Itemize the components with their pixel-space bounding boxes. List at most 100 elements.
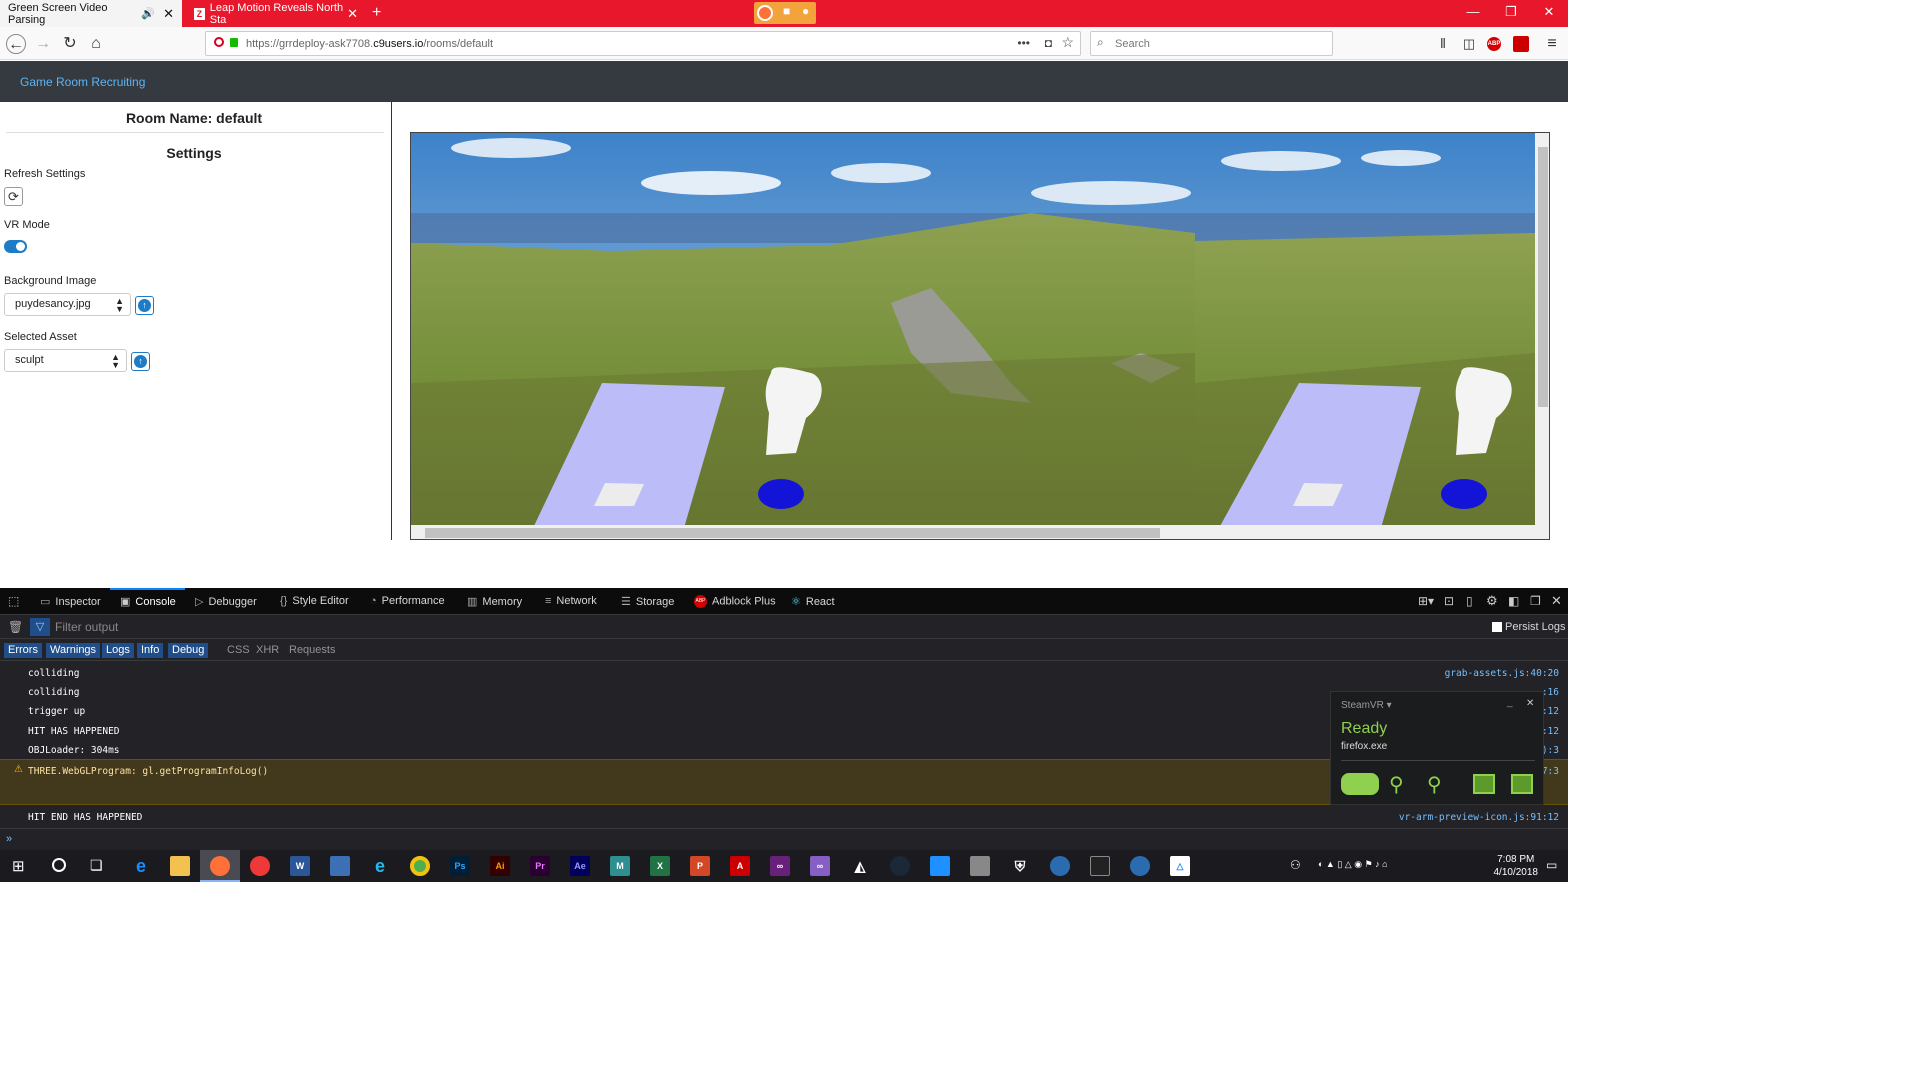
tab-inspector[interactable]: ▭ Inspector [40,595,101,608]
steamvr-menu[interactable]: SteamVR ▾ [1341,700,1392,711]
persist-logs-checkbox[interactable] [1492,622,1502,632]
steam-icon[interactable] [890,856,910,876]
epic-games-icon[interactable] [1090,856,1110,876]
filter-requests[interactable]: Requests [285,643,339,658]
filter-info[interactable]: Info [137,643,164,658]
responsive-mode-icon[interactable]: ⊞▾ [1418,594,1434,608]
tab-network[interactable]: ≡ Network [545,595,597,607]
split-console-icon[interactable]: ⊡ [1444,594,1454,608]
notifications-icon[interactable]: ▭ [1546,858,1557,872]
minimize-icon[interactable]: _ [1507,697,1513,708]
close-tab-icon[interactable]: ✕ [163,6,174,22]
close-devtools-icon[interactable]: ✕ [1551,593,1562,609]
lock-icon[interactable] [230,38,238,47]
media-sharing-indicator[interactable]: ■ ● [754,2,816,24]
upload-background-button[interactable]: ↑ [135,296,154,315]
pocket-icon[interactable]: ◘ [1045,36,1052,50]
vr-app-icon[interactable] [1130,856,1150,876]
adblock-icon[interactable]: ABP [1487,37,1501,51]
tab-memory[interactable]: ▥ Memory [467,595,522,608]
horizontal-scroll-thumb[interactable] [425,528,1160,538]
shield-icon[interactable]: ⛨ [1010,856,1030,876]
system-clock[interactable]: 7:08 PM 4/10/2018 [1494,853,1539,879]
selected-asset-select[interactable]: sculpt ▲ ▼ [4,349,127,372]
vr-mode-toggle[interactable] [4,240,27,253]
close-window-icon[interactable]: ✕ [1534,4,1564,20]
tab-performance[interactable]: ◔ Performance [370,595,445,607]
vivaldi-icon[interactable] [250,856,270,876]
filter-logs[interactable]: Logs [102,643,134,658]
log-source-link[interactable]: 7:3 [1542,766,1559,777]
file-explorer-icon[interactable] [170,856,190,876]
maya-icon[interactable]: M [610,856,630,876]
firefox-taskbar-item[interactable] [200,850,240,882]
filter-xhr[interactable]: XHR [252,643,283,658]
speaker-icon[interactable]: 🔊 [141,7,155,20]
separate-window-icon[interactable]: ❐ [1530,594,1541,608]
tab-console[interactable]: ▣ Console [120,595,176,608]
premiere-icon[interactable]: Pr [530,856,550,876]
acrobat-icon[interactable]: A [730,856,750,876]
log-source-link[interactable]: grab-assets.js:40:20 [1445,668,1559,679]
forward-icon[interactable]: → [33,34,53,54]
tab-storage[interactable]: ☰ Storage [621,595,674,608]
minimize-icon[interactable]: — [1458,4,1488,19]
filter-warnings[interactable]: Warnings [46,643,101,658]
unity-icon[interactable]: ◭ [850,856,870,876]
word-icon[interactable]: W [290,856,310,876]
reload-icon[interactable]: ↻ [60,34,80,54]
tab-debugger[interactable]: ▷ Debugger [195,595,257,608]
keyboard-app-icon[interactable] [930,856,950,876]
log-source-link[interactable]: :16 [1542,687,1559,698]
tray-icons[interactable]: ◐ ▲ ▯ △ ◉ ⚑ ♪ ⌂ [1318,859,1388,870]
tab-react[interactable]: ⚛ React [791,595,835,608]
background-image-select[interactable]: puydesancy.jpg ▲ ▼ [4,293,131,316]
filter-errors[interactable]: Errors [4,643,42,658]
log-source-link[interactable]: vr-arm-preview-icon.js:91:12 [1399,812,1559,823]
filter-output-input[interactable]: Filter output [55,620,118,634]
chrome-icon[interactable] [410,856,430,876]
steamvr-taskbar-icon[interactable] [1050,856,1070,876]
filter-icon[interactable]: ▽ [30,618,50,636]
element-picker-icon[interactable]: ⬚ [8,594,19,608]
windows-start-icon[interactable]: ⊞ [12,857,25,875]
leap-motion-icon[interactable]: △ [1170,856,1190,876]
network-app-icon[interactable] [330,856,350,876]
internet-explorer-icon[interactable]: e [370,856,390,876]
screenshot-icon[interactable]: ▯ [1466,594,1473,608]
menu-icon[interactable]: ≡ [1542,34,1562,54]
tab-green-screen[interactable]: Green Screen Video Parsing 🔊 ✕ [0,0,182,27]
after-effects-icon[interactable]: Ae [570,856,590,876]
library-icon[interactable]: ⫴ [1433,34,1453,54]
dock-side-icon[interactable]: ◧ [1508,594,1519,608]
tab-adblock-plus[interactable]: ABP Adblock Plus [694,595,776,608]
tracking-icon[interactable] [214,37,224,47]
visual-studio-2-icon[interactable]: ∞ [810,856,830,876]
brand-link[interactable]: Game Room Recruiting [20,75,145,89]
vertical-scroll-thumb[interactable] [1538,147,1548,407]
powerpoint-icon[interactable]: P [690,856,710,876]
close-tab-icon[interactable]: ✕ [347,6,358,22]
trash-icon[interactable]: 🗑 [8,620,23,634]
settings-gear-icon[interactable]: ⚙ [1486,593,1498,609]
log-source-link[interactable]: :12 [1542,706,1559,717]
filter-debug[interactable]: Debug [168,643,209,658]
people-icon[interactable]: ⚇ [1290,858,1301,872]
back-icon[interactable]: ← [6,34,26,54]
console-input[interactable]: » [0,828,1568,851]
extension-icon[interactable] [1513,36,1529,52]
log-source-link[interactable]: :12 [1542,726,1559,737]
bookmark-star-icon[interactable]: ☆ [1061,34,1074,51]
vr-scene-canvas[interactable] [410,132,1550,540]
sidebar-icon[interactable]: ◫ [1459,34,1479,54]
cortana-icon[interactable] [52,858,66,872]
task-view-icon[interactable]: ❏ [90,857,103,874]
tab-leap-motion[interactable]: Z Leap Motion Reveals North Sta ✕ [186,0,366,27]
visual-studio-icon[interactable]: ∞ [770,856,790,876]
photoshop-icon[interactable]: Ps [450,856,470,876]
search-input[interactable]: ⌕ Search [1090,31,1333,56]
url-bar[interactable]: https://grrdeploy-ask7708. c9users.io/roo… [205,31,1081,56]
tab-style-editor[interactable]: {} Style Editor [280,595,349,607]
app-icon[interactable] [970,856,990,876]
page-actions-icon[interactable]: ••• [1017,36,1030,50]
